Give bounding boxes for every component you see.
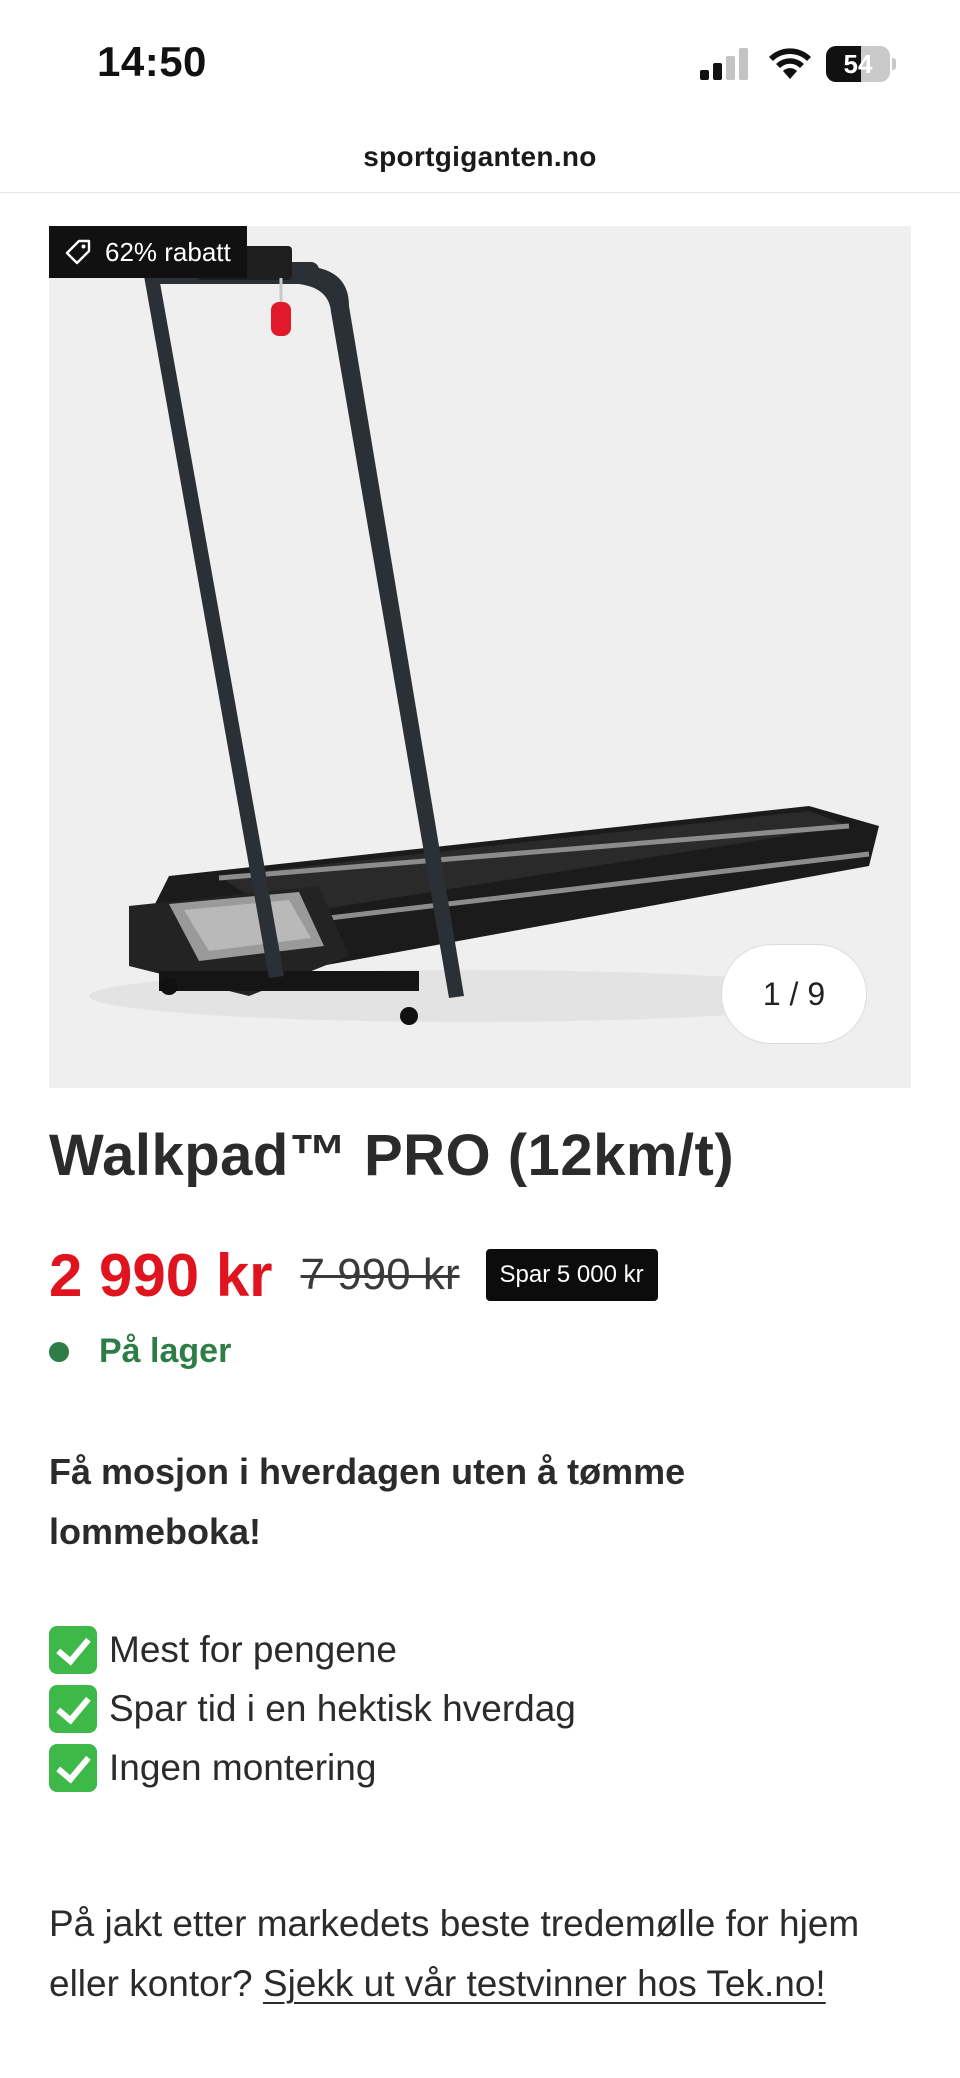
stock-status-text: På lager <box>99 1332 232 1370</box>
stock-status: På lager <box>49 1332 231 1371</box>
discount-badge: 62% rabatt <box>49 226 247 278</box>
wifi-icon <box>769 48 811 79</box>
benefit-text: Spar tid i en hektisk hverdag <box>109 1687 576 1729</box>
image-counter: 1 / 9 <box>721 944 867 1044</box>
benefit-item: Ingen montering <box>49 1738 576 1797</box>
address-bar[interactable]: sportgiganten.no <box>0 125 960 193</box>
battery-level: 54 <box>843 49 873 79</box>
current-price: 2 990 kr <box>49 1241 273 1309</box>
benefit-item: Spar tid i en hektisk hverdag <box>49 1679 576 1738</box>
product-title: Walkpad™ PRO (12km/t) <box>49 1123 735 1188</box>
url-text[interactable]: sportgiganten.no <box>363 141 596 172</box>
benefit-text: Ingen montering <box>109 1746 377 1788</box>
product-tagline: Få mosjon i hverdagen uten å tømme lomme… <box>49 1451 686 1552</box>
benefit-item: Mest for pengene <box>49 1620 576 1679</box>
check-mark-icon <box>49 1625 97 1674</box>
price-row: 2 990 kr 7 990 kr Spar 5 000 kr <box>49 1240 658 1310</box>
savings-badge: Spar 5 000 kr <box>485 1249 658 1301</box>
check-mark-icon <box>49 1743 97 1792</box>
check-mark-icon <box>49 1684 97 1733</box>
status-time: 14:50 <box>97 38 207 85</box>
status-bar: 14:50 54 <box>0 0 960 125</box>
benefit-text: Mest for pengene <box>109 1628 397 1670</box>
battery-icon: 54 <box>826 46 896 82</box>
cellular-signal-icon <box>700 48 748 80</box>
stock-indicator-dot <box>49 1341 69 1362</box>
product-description: På jakt etter markedets beste tredemølle… <box>49 1894 929 2014</box>
tag-icon <box>65 239 91 265</box>
testwinner-link[interactable]: Sjekk ut vår testvinner hos Tek.no! <box>263 1963 826 2004</box>
benefit-list: Mest for pengene Spar tid i en hektisk h… <box>49 1620 576 1797</box>
discount-label: 62% rabatt <box>105 236 231 267</box>
original-price: 7 990 kr <box>300 1250 460 1299</box>
product-gallery[interactable]: 62% rabatt 1 / 9 <box>49 226 911 1088</box>
